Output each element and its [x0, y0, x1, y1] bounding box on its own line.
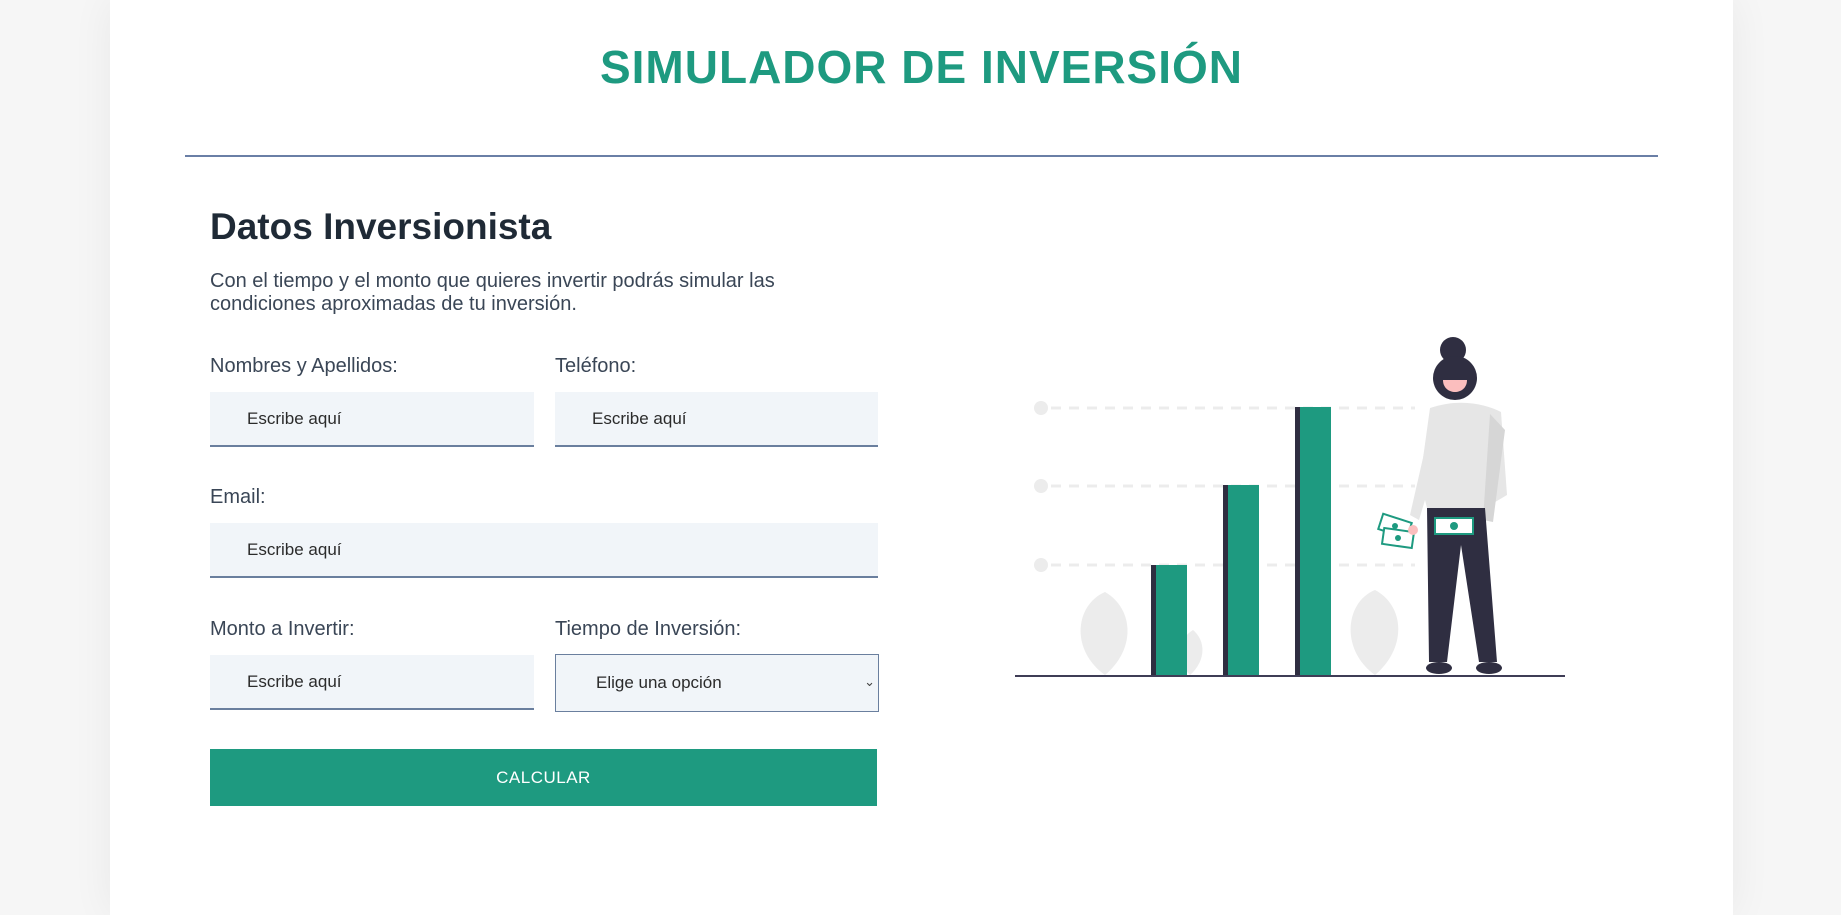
woman-figure: [1410, 337, 1507, 674]
section-description: Con el tiempo y el monto que quieres inv…: [210, 270, 775, 315]
name-label: Nombres y Apellidos:: [210, 355, 398, 377]
bar-3: [1295, 407, 1331, 675]
page-title: SIMULADOR DE INVERSIÓN: [599, 41, 1244, 93]
header-divider: [185, 155, 1658, 157]
phone-input[interactable]: [555, 392, 878, 447]
email-label: Email:: [210, 486, 266, 508]
amount-input[interactable]: [210, 655, 534, 710]
main-card: SIMULADOR DE INVERSIÓN Datos Inversionis…: [110, 0, 1733, 915]
money-icon: [1377, 512, 1418, 550]
time-select-value: Elige una opción: [596, 673, 722, 692]
phone-label: Teléfono:: [555, 355, 637, 377]
section-title: Datos Inversionista: [210, 206, 552, 247]
name-input[interactable]: [210, 392, 534, 447]
chevron-down-icon: ⌄: [864, 674, 875, 689]
growth-chart-illustration: [1015, 337, 1565, 677]
email-input[interactable]: [210, 523, 878, 578]
bar-2: [1223, 485, 1259, 675]
time-select[interactable]: Elige una opción ⌄: [555, 654, 879, 712]
bar-1: [1151, 565, 1187, 675]
calculate-button[interactable]: CALCULAR: [210, 749, 877, 806]
time-label: Tiempo de Inversión:: [555, 618, 742, 640]
amount-label: Monto a Invertir:: [210, 618, 355, 640]
